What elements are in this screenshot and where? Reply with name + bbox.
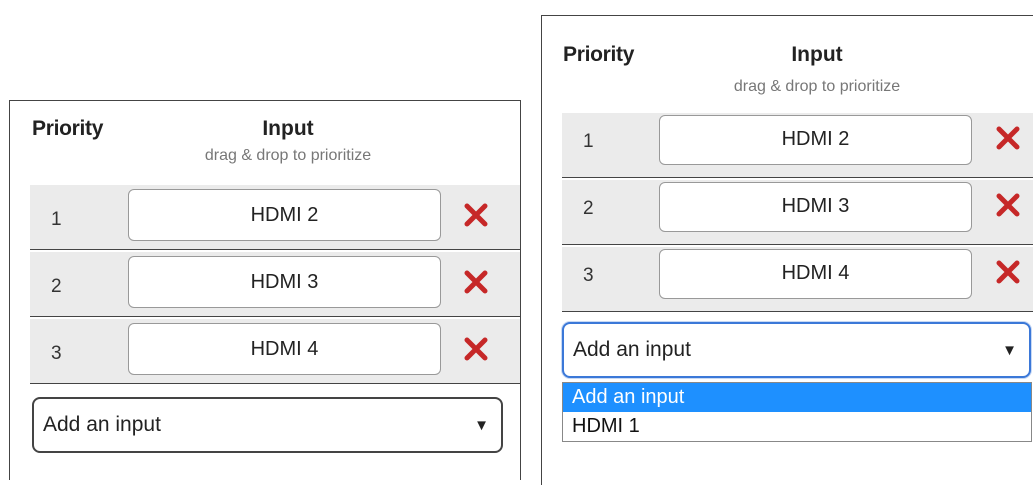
priority-row[interactable]: 3 HDMI 4	[562, 247, 1033, 312]
close-x-icon[interactable]	[463, 202, 489, 228]
add-input-dropdown-list: Add an input HDMI 1	[562, 382, 1032, 442]
add-input-select[interactable]: Add an input ▼	[562, 322, 1031, 378]
close-x-icon[interactable]	[995, 192, 1021, 218]
add-input-select[interactable]: Add an input ▼	[32, 397, 503, 453]
priority-number: 3	[51, 343, 62, 364]
input-priority-panel-closed: Priority Input drag & drop to prioritize…	[9, 100, 521, 480]
table-header: Priority Input drag & drop to prioritize	[542, 16, 1033, 95]
priority-number: 2	[51, 276, 62, 297]
dropdown-option-add-an-input[interactable]: Add an input	[563, 383, 1031, 412]
dropdown-option-hdmi-1[interactable]: HDMI 1	[563, 412, 1031, 441]
drag-drop-hint: drag & drop to prioritize	[733, 78, 901, 95]
select-value: Add an input	[573, 338, 691, 361]
input-item-box[interactable]: HDMI 3	[128, 256, 441, 308]
priority-number: 3	[583, 265, 594, 286]
priority-list: 1 HDMI 2 2 HDMI 3 3 HDMI 4	[562, 113, 1033, 314]
priority-row[interactable]: 1 HDMI 2	[562, 113, 1033, 178]
priority-list: 1 HDMI 2 2 HDMI 3 3 HDMI 4	[30, 185, 520, 386]
select-value: Add an input	[43, 413, 161, 436]
chevron-down-icon: ▼	[474, 417, 489, 434]
input-item-box[interactable]: HDMI 2	[128, 189, 441, 241]
close-x-icon[interactable]	[995, 259, 1021, 285]
priority-row[interactable]: 3 HDMI 4	[30, 319, 520, 384]
input-column-header: Input	[791, 43, 843, 66]
priority-row[interactable]: 1 HDMI 2	[30, 185, 520, 250]
priority-column-header: Priority	[32, 117, 104, 140]
priority-number: 2	[583, 198, 594, 219]
input-priority-panel-open: Priority Input drag & drop to prioritize…	[541, 15, 1033, 485]
close-x-icon[interactable]	[995, 125, 1021, 151]
priority-number: 1	[51, 209, 62, 230]
chevron-down-icon: ▼	[1002, 342, 1017, 359]
priority-row[interactable]: 2 HDMI 3	[562, 180, 1033, 245]
table-header: Priority Input drag & drop to prioritize	[10, 101, 520, 179]
priority-column-header: Priority	[563, 43, 635, 66]
input-item-box[interactable]: HDMI 3	[659, 182, 972, 232]
input-item-box[interactable]: HDMI 4	[659, 249, 972, 299]
input-item-box[interactable]: HDMI 2	[659, 115, 972, 165]
drag-drop-hint: drag & drop to prioritize	[204, 147, 372, 164]
input-column-header: Input	[262, 117, 314, 140]
close-x-icon[interactable]	[463, 336, 489, 362]
input-item-box[interactable]: HDMI 4	[128, 323, 441, 375]
priority-number: 1	[583, 131, 594, 152]
priority-row[interactable]: 2 HDMI 3	[30, 252, 520, 317]
close-x-icon[interactable]	[463, 269, 489, 295]
